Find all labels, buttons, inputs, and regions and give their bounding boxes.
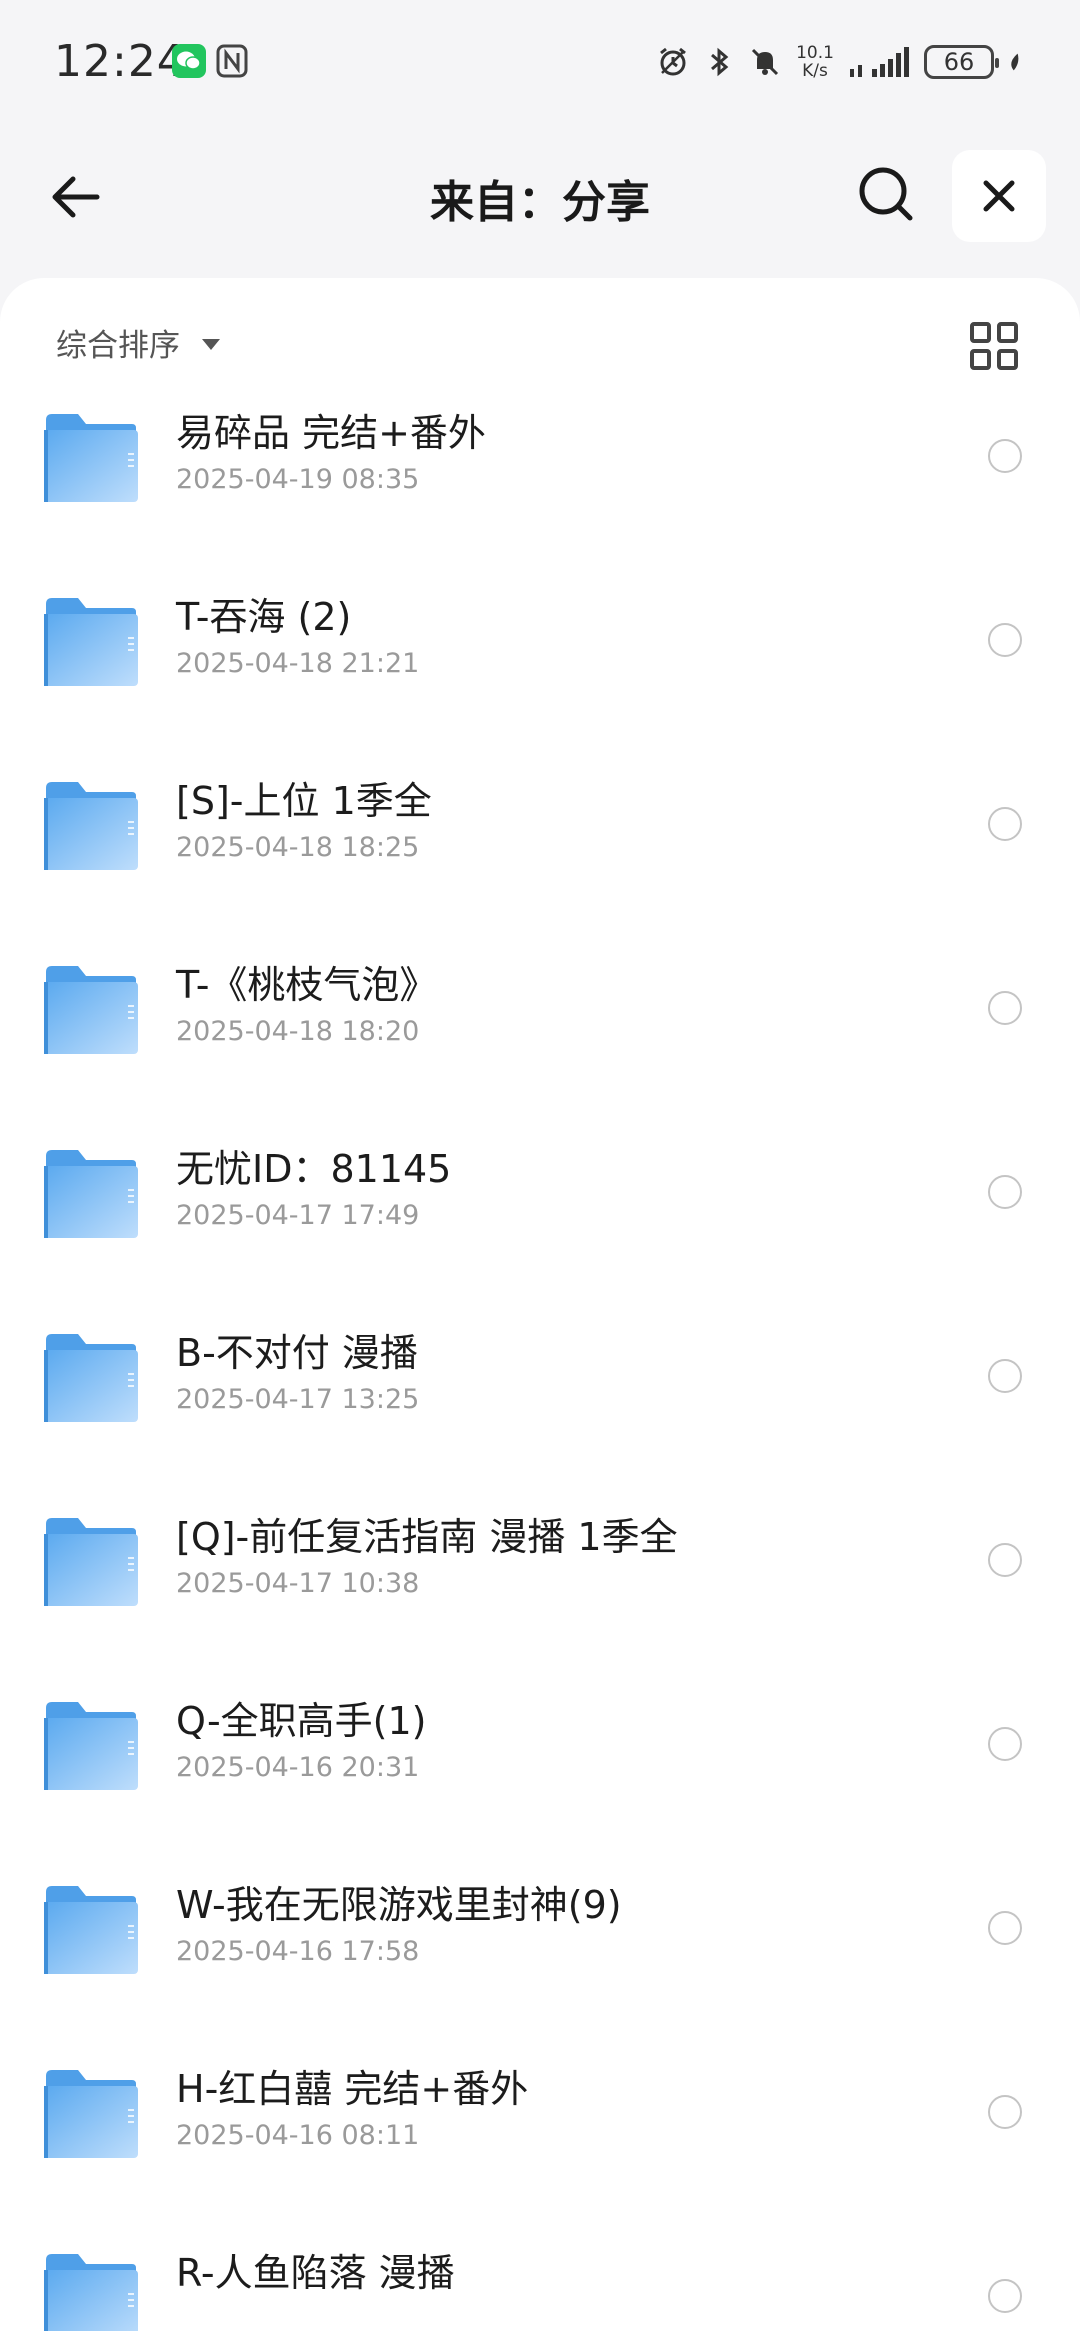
file-date: 2025-04-16 20:31 [176,1752,420,1783]
file-date: 2025-04-16 17:58 [176,1936,420,1967]
list-item[interactable]: W-我在无限游戏里封神(9) 2025-04-16 17:58 [0,1870,1080,2054]
folder-icon [44,2254,138,2331]
file-list: 易碎品 完结+番外 2025-04-19 08:35 T-吞海 (2) 2025… [0,398,1080,2331]
grid-view-icon [970,322,1018,370]
file-date: 2025-04-16 08:11 [176,2120,420,2151]
bluetooth-icon [711,47,729,77]
select-radio[interactable] [988,1175,1022,1209]
file-name: [Q]-前任复活指南 漫播 1季全 [176,1515,678,1559]
file-name: B-不对付 漫播 [176,1331,418,1375]
file-date: 2025-04-19 08:35 [176,464,420,495]
close-button[interactable] [952,150,1046,242]
search-button[interactable] [850,158,922,230]
folder-icon [44,1334,138,1422]
file-name: T-吞海 (2) [176,595,352,639]
select-radio[interactable] [988,623,1022,657]
leaf-icon [1011,53,1019,71]
list-item[interactable]: R-人鱼陷落 漫播 [0,2238,1080,2331]
list-item[interactable]: [S]-上位 1季全 2025-04-18 18:25 [0,766,1080,950]
list-item[interactable]: T-《桃枝气泡》 2025-04-18 18:20 [0,950,1080,1134]
sort-label: 综合排序 [56,328,180,364]
file-date: 2025-04-18 18:25 [176,832,420,863]
folder-icon [44,414,138,502]
sort-bar: 综合排序 [0,278,1080,398]
nfc-icon [216,44,248,78]
select-radio[interactable] [988,439,1022,473]
list-item[interactable]: H-红白囍 完结+番外 2025-04-16 08:11 [0,2054,1080,2238]
select-radio[interactable] [988,807,1022,841]
select-radio[interactable] [988,1911,1022,1945]
file-date: 2025-04-18 21:21 [176,648,420,679]
close-icon [983,180,1015,212]
folder-icon [44,782,138,870]
list-item[interactable]: [Q]-前任复活指南 漫播 1季全 2025-04-17 10:38 [0,1502,1080,1686]
file-date: 2025-04-17 17:49 [176,1200,420,1231]
net-speed: 10.1 K/s [796,43,834,81]
status-bar: 12:24 10.1 K/s 66 [0,0,1080,120]
status-time: 12:24 [54,36,186,87]
mute-icon [751,48,779,76]
list-item[interactable]: 无忧ID：81145 2025-04-17 17:49 [0,1134,1080,1318]
file-date: 2025-04-17 10:38 [176,1568,420,1599]
select-radio[interactable] [988,991,1022,1025]
search-icon [859,167,913,221]
select-radio[interactable] [988,2279,1022,2313]
file-name: 易碎品 完结+番外 [176,411,486,455]
folder-icon [44,1886,138,1974]
select-radio[interactable] [988,1727,1022,1761]
select-radio[interactable] [988,1543,1022,1577]
file-panel: 综合排序 易碎品 完结+番外 2025-04-19 08:35 T-吞海 (2)… [0,278,1080,2331]
select-radio[interactable] [988,2095,1022,2129]
file-name: T-《桃枝气泡》 [176,963,438,1007]
select-radio[interactable] [988,1359,1022,1393]
grid-view-button[interactable] [966,318,1022,374]
list-item[interactable]: B-不对付 漫播 2025-04-17 13:25 [0,1318,1080,1502]
file-name: 无忧ID：81145 [176,1147,452,1191]
file-date: 2025-04-17 13:25 [176,1384,420,1415]
folder-icon [44,1150,138,1238]
list-item[interactable]: 易碎品 完结+番外 2025-04-19 08:35 [0,398,1080,582]
folder-icon [44,2070,138,2158]
battery-indicator: 66 [924,45,999,79]
folder-icon [44,1518,138,1606]
file-name: [S]-上位 1季全 [176,779,432,823]
list-item[interactable]: T-吞海 (2) 2025-04-18 21:21 [0,582,1080,766]
wechat-icon [172,44,206,78]
file-date: 2025-04-18 18:20 [176,1016,420,1047]
sort-dropdown[interactable]: 综合排序 [56,320,220,365]
caret-down-icon [202,339,220,350]
folder-icon [44,966,138,1054]
folder-icon [44,598,138,686]
file-name: W-我在无限游戏里封神(9) [176,1883,622,1927]
file-name: H-红白囍 完结+番外 [176,2067,529,2111]
signal-icon [850,47,909,77]
file-name: Q-全职高手(1) [176,1699,427,1743]
alarm-icon [660,47,686,76]
list-item[interactable]: Q-全职高手(1) 2025-04-16 20:31 [0,1686,1080,1870]
file-name: R-人鱼陷落 漫播 [176,2251,455,2295]
folder-icon [44,1702,138,1790]
top-app-bar: 来自：分享 [0,140,1080,250]
